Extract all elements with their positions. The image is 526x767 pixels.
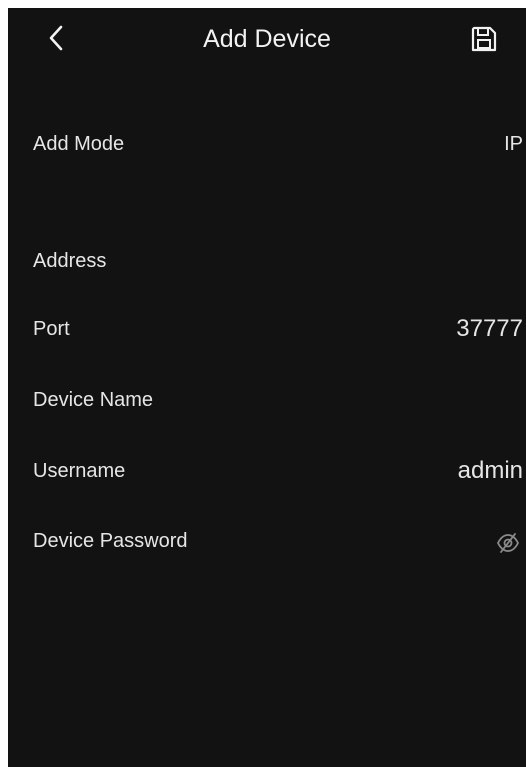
add-mode-label: Add Mode — [33, 133, 125, 155]
port-field[interactable]: 37777 — [456, 315, 523, 343]
port-label: Port — [33, 318, 70, 340]
username-field[interactable]: admin — [458, 457, 523, 485]
device-password-row[interactable]: Device Password — [8, 522, 526, 562]
address-row[interactable]: Address — [8, 242, 526, 282]
password-visibility-toggle[interactable] — [496, 532, 520, 554]
top-bar: Add Device — [8, 8, 526, 72]
device-name-label: Device Name — [33, 389, 154, 411]
floppy-disk-icon — [471, 26, 497, 52]
address-label: Address — [33, 250, 107, 272]
eye-off-icon — [496, 533, 520, 553]
save-button[interactable] — [470, 25, 498, 53]
device-password-label: Device Password — [33, 530, 188, 552]
username-row[interactable]: Username admin — [8, 452, 526, 492]
device-name-row[interactable]: Device Name — [8, 381, 526, 421]
add-mode-row[interactable]: Add Mode IP — [8, 125, 526, 165]
page-title: Add Device — [203, 25, 331, 53]
username-label: Username — [33, 460, 126, 482]
port-row[interactable]: Port 37777 — [8, 310, 526, 350]
add-mode-value[interactable]: IP — [504, 133, 523, 156]
add-device-screen: Add Device Add Mode IP Address Port 3777… — [8, 8, 526, 767]
